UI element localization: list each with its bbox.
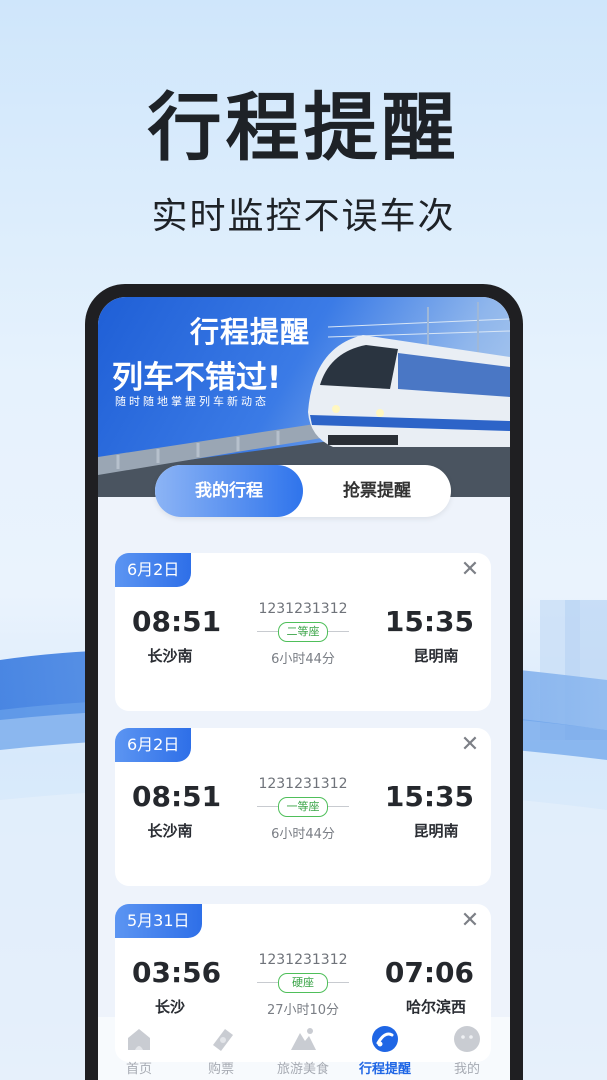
tab-ticket-grab-reminder[interactable]: 抢票提醒 [303, 465, 451, 517]
home-icon [128, 1029, 150, 1050]
arrival-station: 昆明南 [413, 822, 459, 840]
ticket-icon [213, 1029, 233, 1051]
tabbar-label: 我的 [453, 1062, 480, 1077]
banner-title: 行程提醒 [190, 315, 311, 349]
tab-my-trips[interactable]: 我的行程 [155, 465, 303, 517]
seat-class-badge: 硬座 [278, 973, 328, 993]
seat-class-badge: 二等座 [278, 622, 328, 642]
arrival-station: 哈尔滨西 [405, 998, 466, 1016]
trip-card[interactable]: 6月2日 ✕ 08:51 长沙南 1231231312 二等座 6小时44分 1… [115, 553, 491, 711]
arrival-time: 15:35 [384, 605, 474, 638]
trip-card[interactable]: 6月2日 ✕ 08:51 长沙南 1231231312 一等座 6小时44分 1… [115, 728, 491, 886]
tabbar-item-trip-reminder[interactable]: 行程提醒 [344, 1017, 426, 1080]
tabbar-label: 首页 [125, 1062, 152, 1077]
mountain-icon [291, 1028, 316, 1050]
tabbar-label: 购票 [207, 1062, 234, 1077]
headline: 行程提醒 [147, 85, 460, 171]
tabbar-item-tickets[interactable]: 购票 [180, 1017, 262, 1080]
close-icon[interactable]: ✕ [459, 734, 481, 756]
subline: 实时监控不误车次 [151, 196, 456, 237]
tabbar-item-profile[interactable]: 我的 [426, 1017, 508, 1080]
tabbar-label: 行程提醒 [358, 1062, 411, 1077]
banner-description: 随时随地掌握列车新动态 [115, 395, 269, 408]
trip-date: 5月31日 [115, 904, 202, 938]
seat-class-badge: 一等座 [278, 797, 328, 817]
screenshot-page: 行程提醒 实时监控不误车次 行程提醒 列车不错过! 随时随地掌握列车新动态 我的… [0, 0, 607, 1080]
arrival-time: 07:06 [384, 956, 474, 989]
phone-screen: 行程提醒 列车不错过! 随时随地掌握列车新动态 我的行程 抢票提醒 6月2日 ✕… [98, 297, 510, 1080]
arrival-station: 昆明南 [413, 647, 459, 665]
trip-reminder-icon [372, 1026, 398, 1052]
segment-tabs: 我的行程 抢票提醒 [155, 465, 451, 517]
close-icon[interactable]: ✕ [459, 559, 481, 581]
close-icon[interactable]: ✕ [459, 910, 481, 932]
profile-icon [454, 1026, 480, 1052]
banner-slogan: 列车不错过! [112, 360, 282, 396]
tabbar-item-travel-food[interactable]: 旅游美食 [262, 1017, 344, 1080]
arrival-time: 15:35 [384, 780, 474, 813]
bottom-tab-bar: 首页 购票 旅游美食 行程提醒 我的 [98, 1017, 510, 1080]
trip-date: 6月2日 [115, 728, 192, 762]
trip-date: 6月2日 [115, 553, 192, 587]
tabbar-label: 旅游美食 [276, 1062, 329, 1077]
tabbar-item-home[interactable]: 首页 [98, 1017, 180, 1080]
